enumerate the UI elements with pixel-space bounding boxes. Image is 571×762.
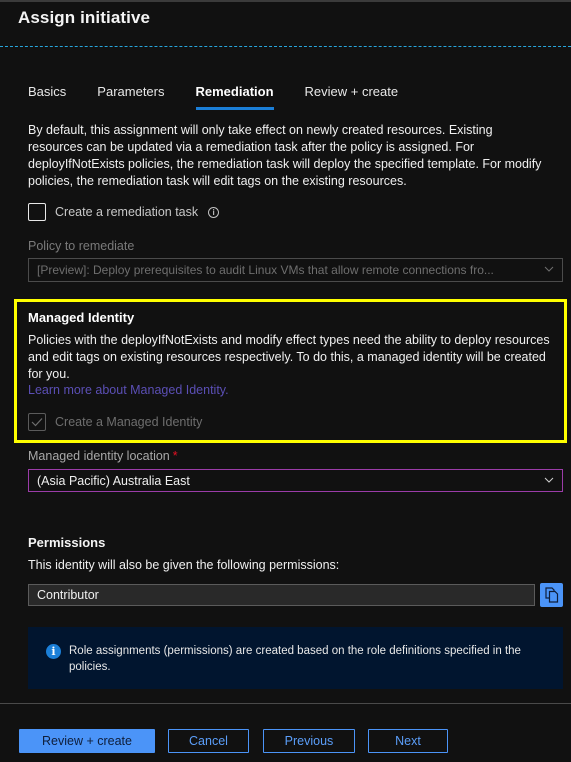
tab-basics[interactable]: Basics <box>28 84 66 110</box>
policy-to-remediate-label: Policy to remediate <box>28 239 135 253</box>
info-banner-text: Role assignments (permissions) are creat… <box>69 645 521 673</box>
create-remediation-task-row[interactable]: Create a remediation task i <box>28 203 220 221</box>
tab-remediation[interactable]: Remediation <box>195 84 274 110</box>
copy-icon <box>544 587 558 603</box>
permissions-title: Permissions <box>28 535 106 550</box>
footer-divider <box>0 703 571 704</box>
policy-to-remediate-select: [Preview]: Deploy prerequisites to audit… <box>28 258 563 282</box>
location-value: (Asia Pacific) Australia East <box>37 473 190 488</box>
cancel-button[interactable]: Cancel <box>168 729 249 753</box>
copy-button[interactable] <box>540 583 563 607</box>
create-managed-identity-row: Create a Managed Identity <box>28 413 202 431</box>
policy-to-remediate-value: [Preview]: Deploy prerequisites to audit… <box>37 263 494 277</box>
focus-divider <box>0 46 571 47</box>
previous-button[interactable]: Previous <box>263 729 355 753</box>
create-managed-identity-label: Create a Managed Identity <box>55 415 203 429</box>
managed-identity-location-select[interactable]: (Asia Pacific) Australia East <box>28 469 563 492</box>
required-marker: * <box>172 449 178 463</box>
permissions-description: This identity will also be given the fol… <box>28 558 340 572</box>
page-title: Assign initiative <box>18 8 151 27</box>
permissions-field: Contributor <box>28 584 535 606</box>
top-border <box>0 0 571 2</box>
info-banner: i Role assignments (permissions) are cre… <box>28 627 563 689</box>
create-remediation-task-checkbox[interactable] <box>28 203 46 221</box>
learn-more-managed-identity-link[interactable]: Learn more about Managed Identity. <box>28 383 229 397</box>
info-icon[interactable]: i <box>208 206 220 218</box>
chevron-down-icon <box>544 477 554 483</box>
chevron-down-icon <box>544 266 554 272</box>
create-remediation-task-label: Create a remediation task <box>55 205 199 219</box>
info-icon: i <box>46 644 61 659</box>
next-button[interactable]: Next <box>368 729 448 753</box>
location-label-text: Managed identity location <box>28 449 170 463</box>
remediation-intro: By default, this assignment will only ta… <box>28 123 542 188</box>
tab-review-create[interactable]: Review + create <box>305 84 399 110</box>
tab-parameters[interactable]: Parameters <box>97 84 164 110</box>
managed-identity-title: Managed Identity <box>28 310 135 325</box>
permissions-value: Contributor <box>37 588 99 602</box>
wizard-tabs: Basics Parameters Remediation Review + c… <box>28 84 429 110</box>
managed-identity-location-label: Managed identity location * <box>28 449 178 463</box>
managed-identity-description: Policies with the deployIfNotExists and … <box>28 333 550 381</box>
checkmark-icon <box>31 418 43 427</box>
create-managed-identity-checkbox <box>28 413 46 431</box>
review-create-button[interactable]: Review + create <box>19 729 155 753</box>
